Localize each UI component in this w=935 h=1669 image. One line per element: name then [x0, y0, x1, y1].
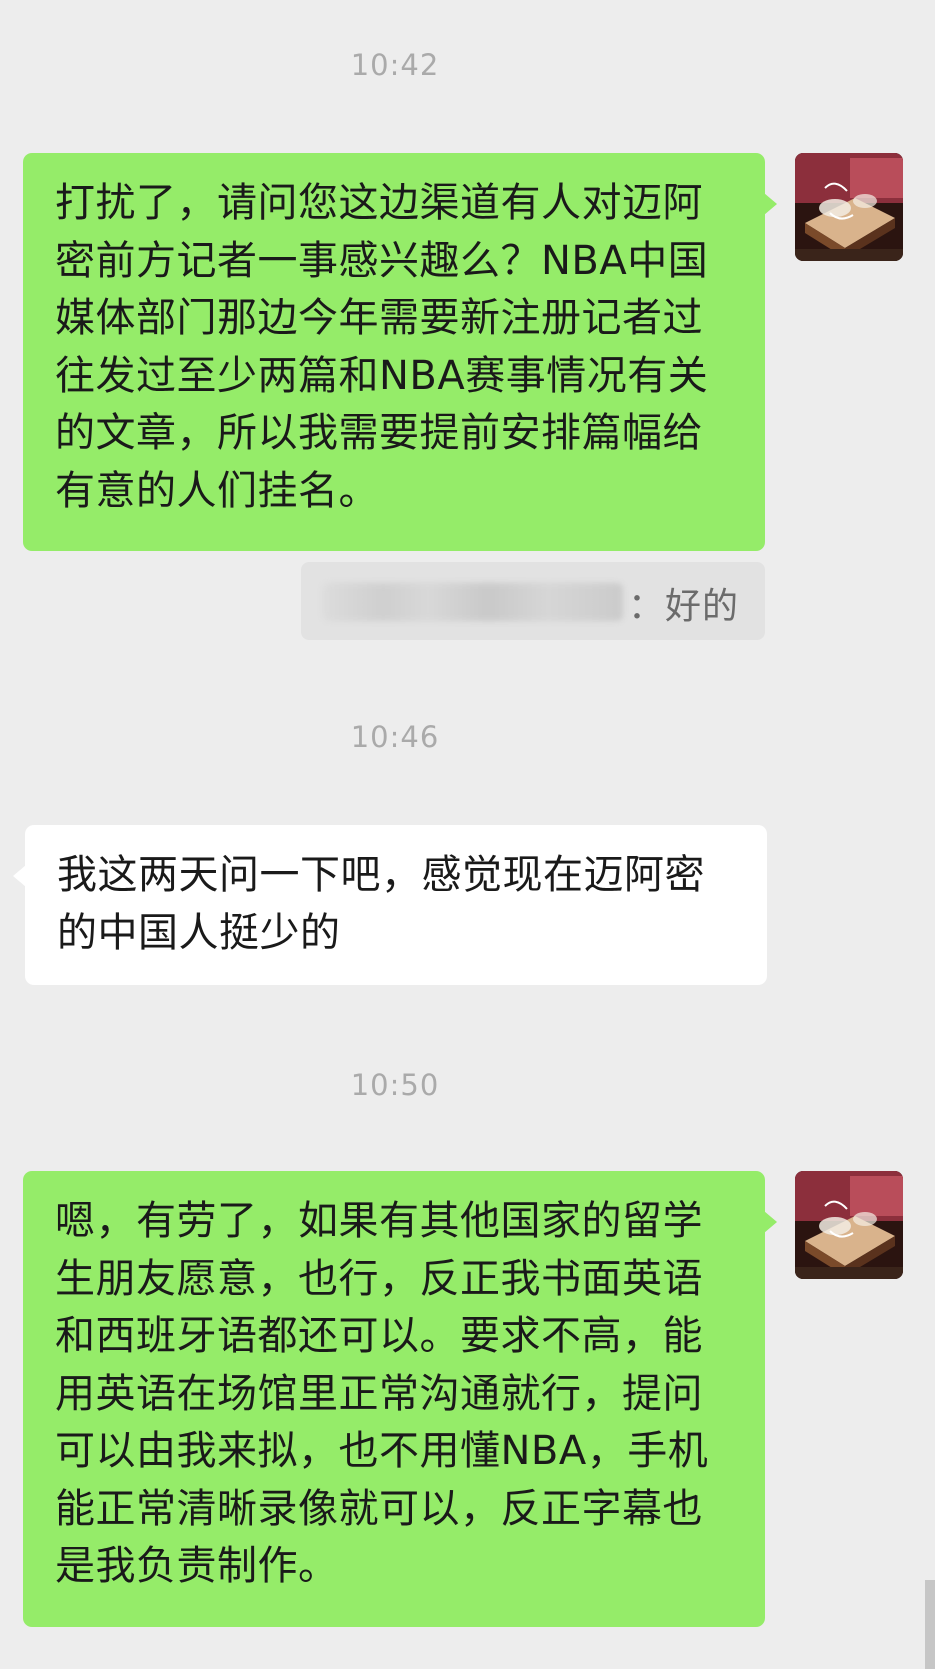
cake-photo-avatar-icon [795, 153, 903, 261]
redacted-quote-content [323, 583, 623, 621]
timestamp: 10:46 [350, 720, 440, 754]
timestamp: 10:50 [350, 1068, 440, 1102]
outgoing-message-bubble[interactable]: 打扰了，请问您这边渠道有人对迈阿密前方记者一事感兴趣么？NBA中国媒体部门那边今… [23, 153, 777, 551]
quoted-reply[interactable]: ：好的 [301, 562, 765, 640]
quoted-reply-text: ：好的 [627, 586, 739, 627]
scrollbar[interactable] [925, 1580, 935, 1669]
sender-avatar[interactable] [795, 153, 903, 261]
cake-photo-avatar-icon [795, 1171, 903, 1279]
incoming-message-bubble[interactable]: 我这两天问一下吧，感觉现在迈阿密的中国人挺少的 [13, 825, 767, 985]
outgoing-message-bubble[interactable]: 嗯，有劳了，如果有其他国家的留学生朋友愿意，也行，反正我书面英语和西班牙语都还可… [23, 1171, 777, 1627]
sender-avatar[interactable] [795, 1171, 903, 1279]
timestamp: 10:42 [350, 48, 440, 82]
